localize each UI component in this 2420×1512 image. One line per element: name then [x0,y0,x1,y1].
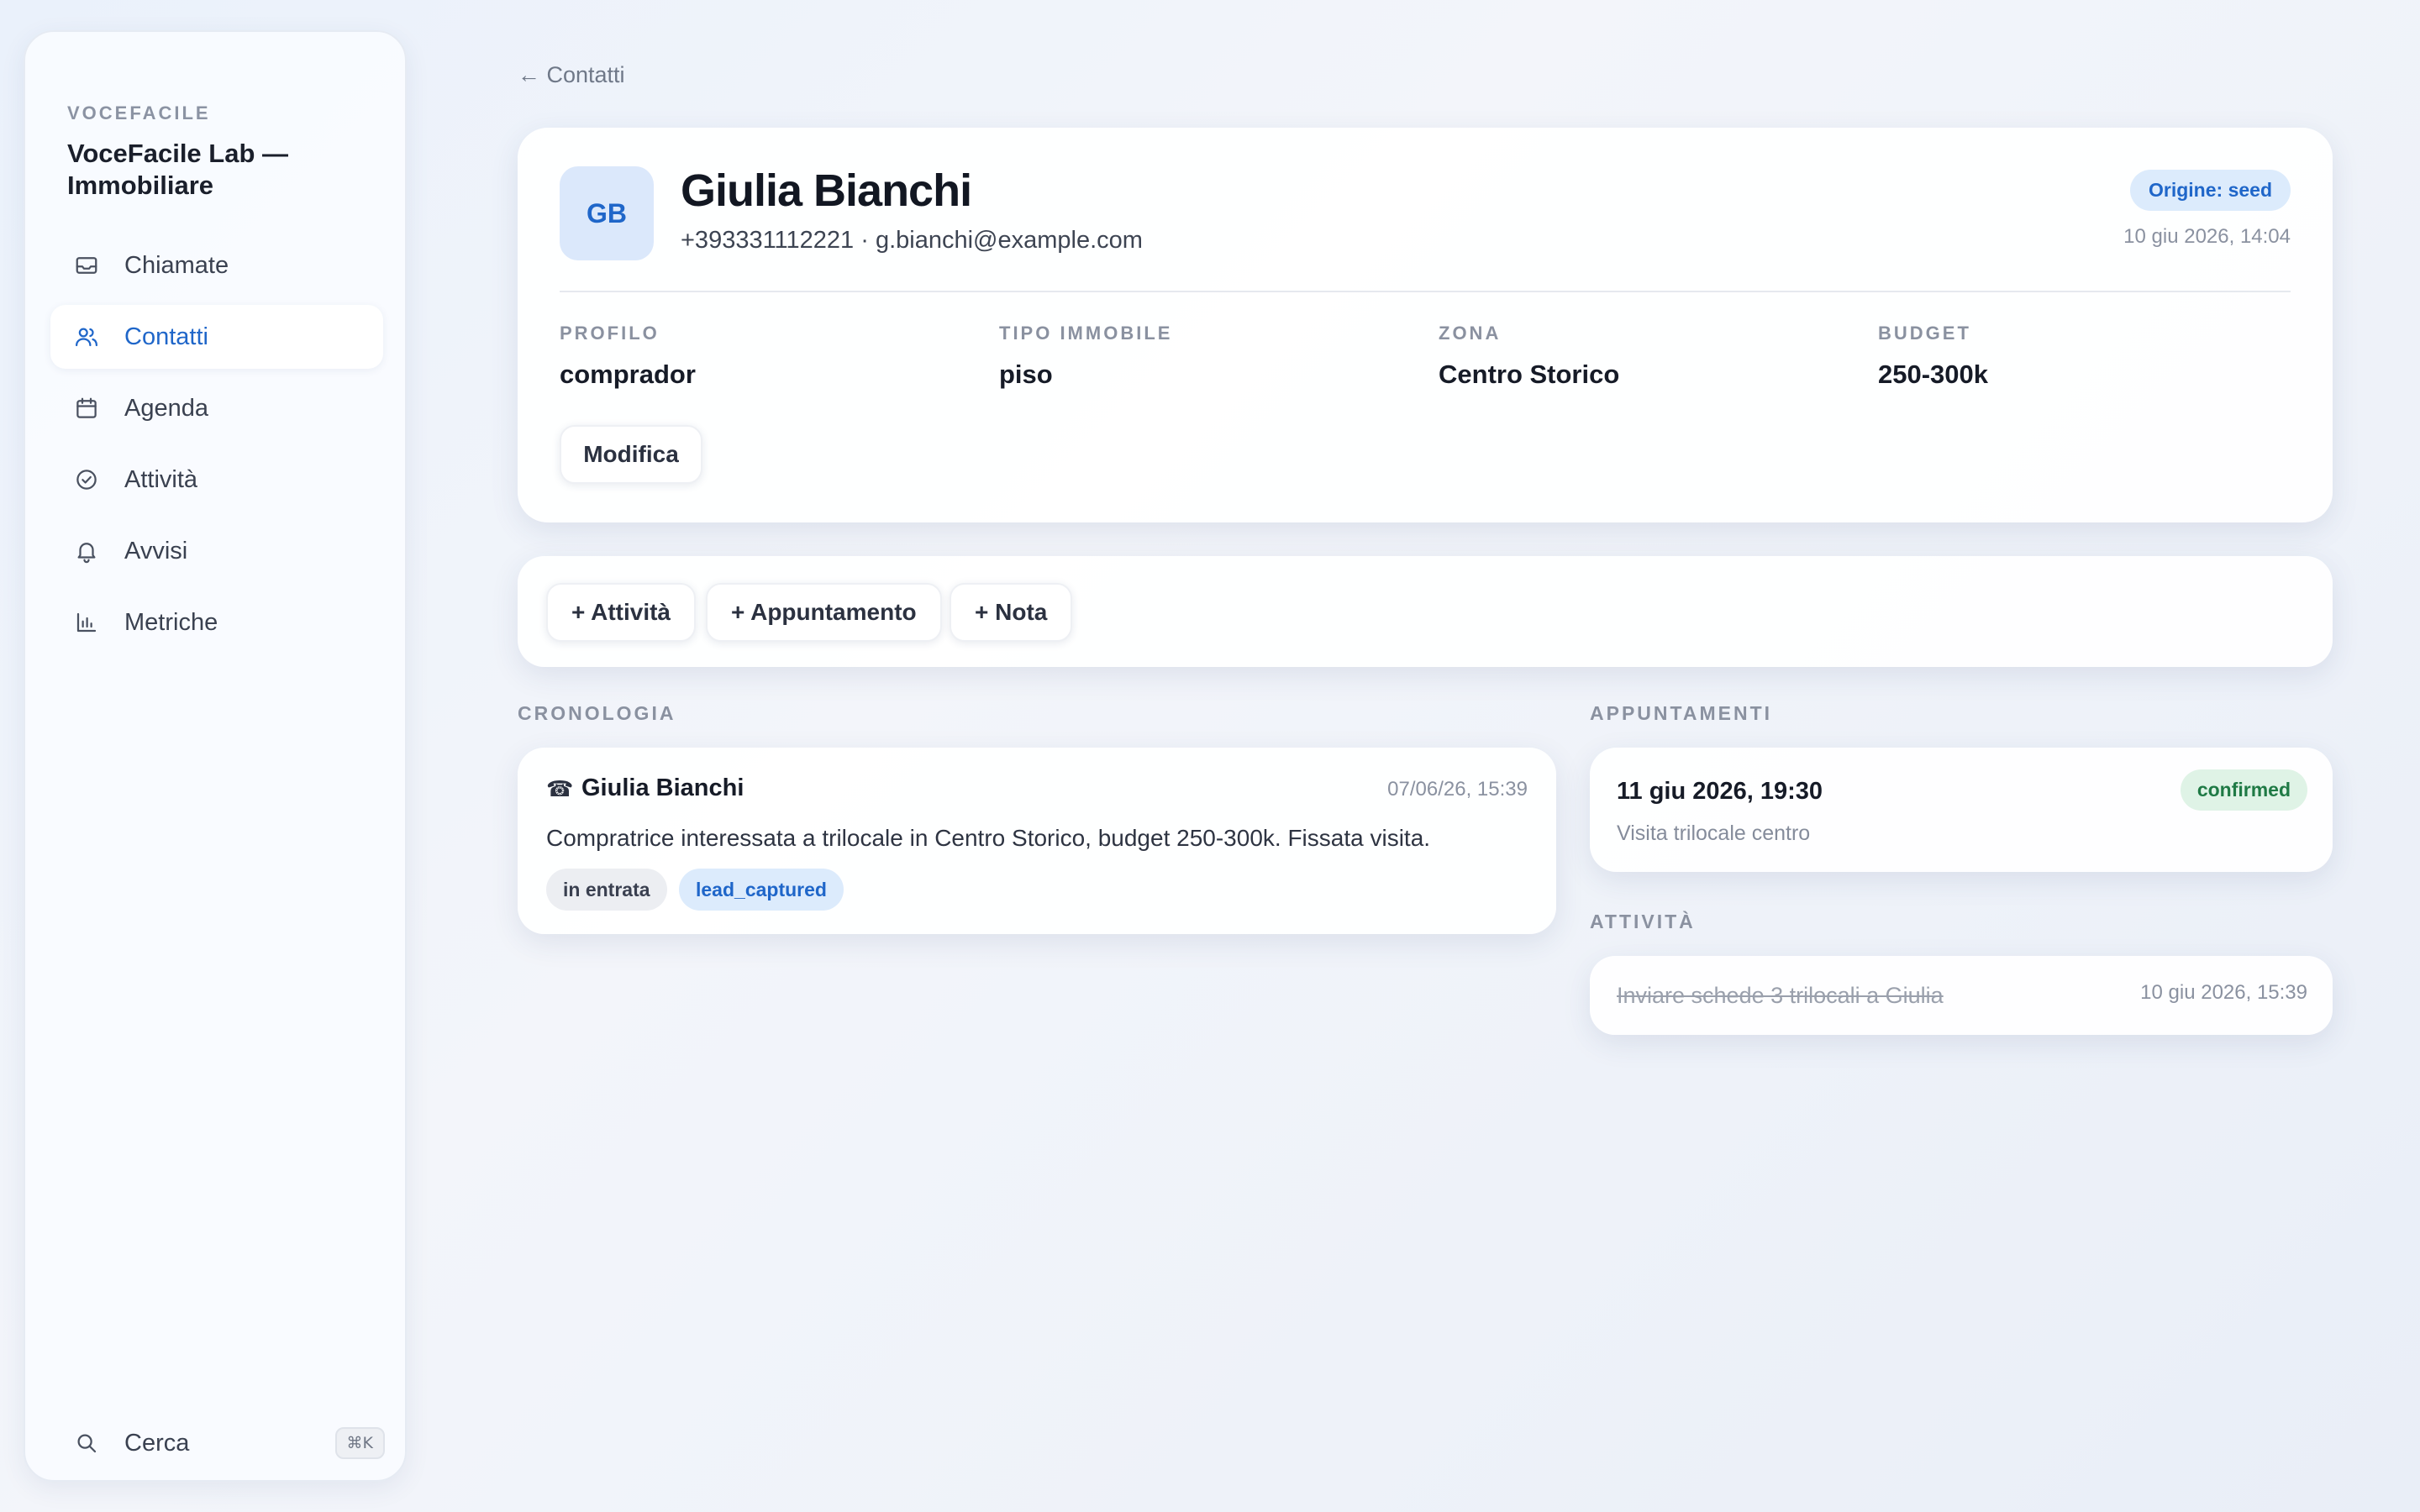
activities-section-label: ATTIVITÀ [1590,911,1696,932]
field-value: 250-300k [1878,360,1989,389]
sidebar-item-label: Metriche [124,608,218,636]
field-profilo: PROFILO comprador [560,323,696,390]
contact-phone-email: +393331112221 · g.bianchi@example.com [681,227,1143,254]
sidebar-item-agenda[interactable]: Agenda [50,376,383,440]
search-label: Cerca [124,1429,190,1457]
sidebar-item-label: Chiamate [124,251,229,279]
timeline-entry-time: 07/06/26, 15:39 [1387,778,1528,801]
timeline-entry-summary: Compratrice interessata a trilocale in C… [546,825,1431,851]
inbox-icon [74,253,99,278]
add-note-button[interactable]: + Nota [950,583,1073,642]
outcome-tag: lead_captured [679,869,844,911]
created-timestamp: 10 giu 2026, 14:04 [2123,225,2291,248]
users-icon [74,324,99,349]
search-icon [74,1431,99,1456]
sidebar-item-label: Attività [124,465,198,493]
appointments-section-label: APPUNTAMENTI [1590,702,1773,724]
sidebar-item-chiamate[interactable]: Chiamate [50,234,383,297]
sidebar-item-label: Avvisi [124,537,188,564]
activity-time: 10 giu 2026, 15:39 [2140,981,2307,1004]
sidebar-nav: Chiamate Contatti Agenda Attività Avvisi [50,234,383,662]
direction-tag: in entrata [546,869,667,911]
timeline-entry[interactable]: ☎ Giulia Bianchi 07/06/26, 15:39 Comprat… [518,748,1556,934]
field-label: PROFILO [560,323,660,344]
search-button[interactable]: Cerca ⌘K [74,1420,385,1467]
brand-kicker: VOCEFACILE [67,102,211,123]
calendar-icon [74,396,99,421]
field-budget: BUDGET 250-300k [1878,323,1988,390]
origin-badge: Origine: seed [2130,170,2291,211]
field-label: ZONA [1439,323,1502,344]
field-value: piso [999,360,1053,389]
appointment-description: Visita trilocale centro [1617,822,1811,845]
appointment-item[interactable]: 11 giu 2026, 19:30 Visita trilocale cent… [1590,748,2333,872]
phone-icon: ☎ [546,776,574,801]
add-activity-button[interactable]: + Attività [546,583,696,642]
field-tipo-immobile: TIPO IMMOBILE piso [999,323,1172,390]
sidebar-item-label: Agenda [124,394,208,422]
timeline-entry-title: Giulia Bianchi [581,774,744,801]
back-to-contacts-link[interactable]: ← Contatti [518,62,625,88]
edit-button[interactable]: Modifica [560,425,702,484]
check-circle-icon [74,467,99,492]
bell-icon [74,538,99,564]
status-badge: confirmed [2180,769,2307,811]
sidebar-item-contatti[interactable]: Contatti [50,305,383,369]
sidebar-item-label: Contatti [124,323,208,350]
field-value: Centro Storico [1439,360,1620,389]
appointment-date: 11 giu 2026, 19:30 [1617,778,1823,805]
field-label: BUDGET [1878,323,1971,344]
contact-profile-card: GB Giulia Bianchi +393331112221 · g.bian… [518,128,2333,522]
page-title: Giulia Bianchi [681,165,972,216]
activity-item[interactable]: Inviare schede 3 trilocali a Giulia 10 g… [1590,956,2333,1035]
sidebar-item-avvisi[interactable]: Avvisi [50,519,383,583]
workspace-title: VoceFacile Lab — Immobiliare [67,139,289,200]
timeline-section-label: CRONOLOGIA [518,702,676,724]
divider [560,291,2291,292]
sidebar: VOCEFACILE VoceFacile Lab — Immobiliare … [24,30,407,1482]
avatar: GB [560,166,654,260]
activity-text: Inviare schede 3 trilocali a Giulia [1617,983,1944,1008]
sidebar-item-metriche[interactable]: Metriche [50,591,383,654]
quick-actions-bar: + Attività + Appuntamento + Nota [518,556,2333,667]
sidebar-item-attivita[interactable]: Attività [50,448,383,512]
search-shortcut: ⌘K [334,1427,385,1459]
add-appointment-button[interactable]: + Appuntamento [706,583,942,642]
field-label: TIPO IMMOBILE [999,323,1173,344]
bar-chart-icon [74,610,99,635]
field-zona: ZONA Centro Storico [1439,323,1619,390]
field-value: comprador [560,360,696,389]
